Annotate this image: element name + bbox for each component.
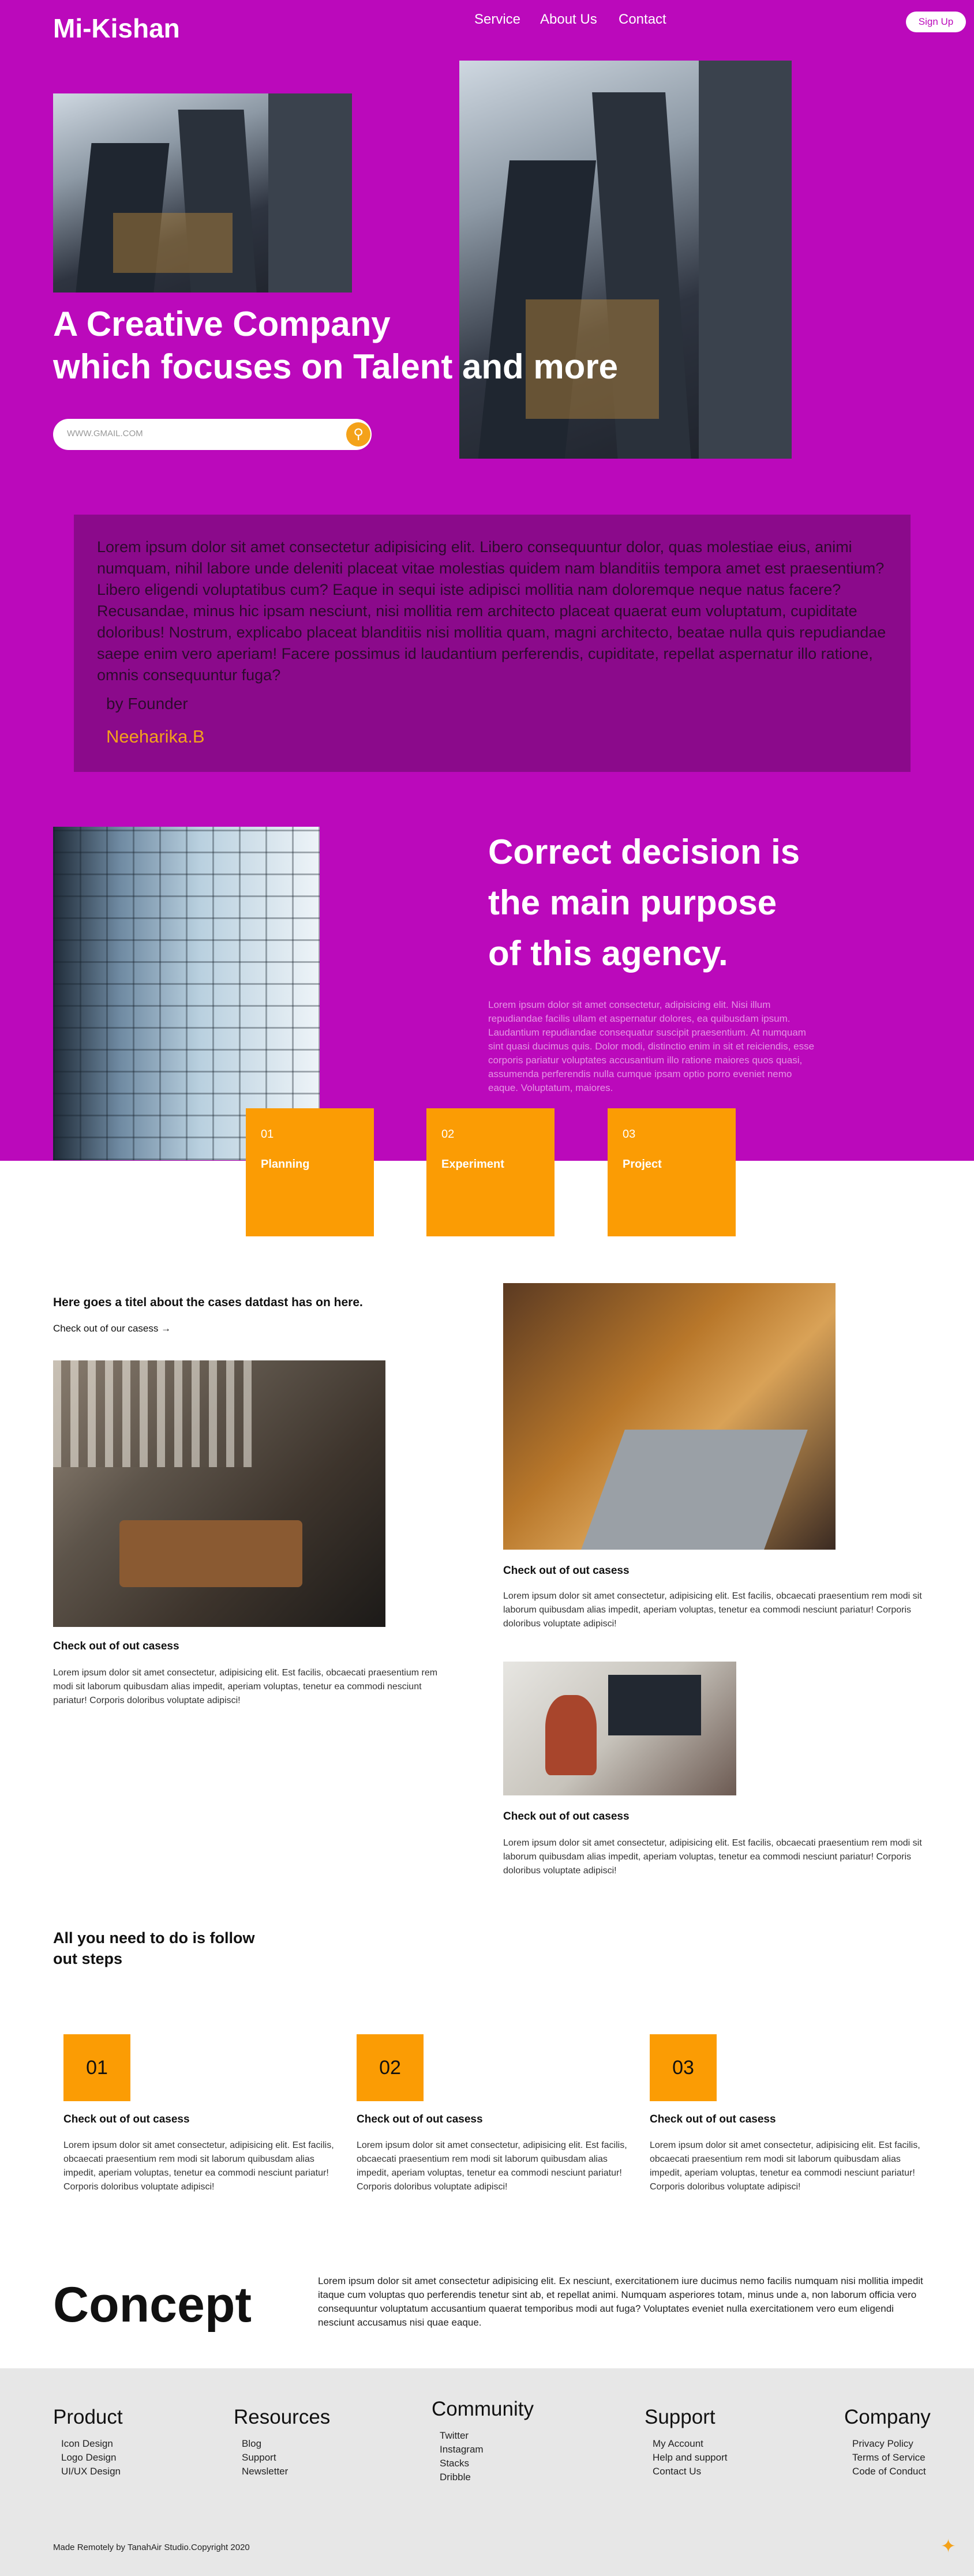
footer-link[interactable]: Stacks [440,2457,534,2470]
cases-link[interactable]: Check out of our casess → [53,1323,171,1334]
footer-col-support: Support My Account Help and support Cont… [645,2406,727,2478]
follow-heading-line-1: All you need to do is follow [53,1929,255,1947]
case-image-meeting [53,1360,385,1627]
testimonial-author: Neeharika.B [106,726,205,747]
footer-col-product: Product Icon Design Logo Design UI/UX De… [53,2406,123,2478]
agency-title: Correct decision is the main purpose of … [488,827,834,979]
nav-link-about[interactable]: About Us [540,12,597,28]
case-text: Lorem ipsum dolor sit amet consectetur, … [503,1591,922,1629]
copyright: Made Remotely by TanahAir Studio.Copyrig… [53,2543,250,2552]
process-title: Project [623,1158,662,1171]
footer-link[interactable]: Dribble [440,2470,534,2484]
footer-col-title: Resources [234,2406,331,2428]
testimonial-card: Lorem ipsum dolor sit amet consectetur a… [74,515,911,772]
hero-title-line-2: which focuses on Talent and more [53,347,619,386]
case-image-laptop [503,1283,836,1550]
follow-heading-line-2: out steps [53,1950,123,1967]
footer-link[interactable]: Icon Design [61,2437,123,2451]
process-number: 02 [441,1128,455,1141]
case-title[interactable]: Check out of out casess [53,1640,179,1653]
step-title: Check out of out casess [357,2113,483,2125]
follow-heading: All you need to do is follow out steps [53,1928,272,1969]
hero-title-line-1: A Creative Company [53,305,391,343]
footer-link[interactable]: Contact Us [653,2465,727,2478]
footer-link[interactable]: Terms of Service [852,2451,931,2465]
process-number: 03 [623,1128,636,1141]
hero-image-small [53,93,352,293]
nav-link-contact[interactable]: Contact [619,12,666,28]
step-number-box: 01 [63,2034,130,2101]
concept-title: Concept [53,2277,252,2333]
testimonial-text: Lorem ipsum dolor sit amet consectetur a… [97,538,886,684]
concept-text: Lorem ipsum dolor sit amet consectetur a… [318,2275,923,2328]
nav-link-service[interactable]: Service [474,12,520,28]
cases-link-label: Check out of our casess [53,1323,159,1334]
case-text: Lorem ipsum dolor sit amet consectetur, … [503,1838,922,1876]
hero-image-large [459,61,792,459]
agency-title-line-3: of this agency. [488,934,728,973]
footer-link[interactable]: Logo Design [61,2451,123,2465]
step-number-box: 03 [650,2034,717,2101]
process-number: 01 [261,1128,274,1141]
step-number-box: 02 [357,2034,424,2101]
step-title: Check out of out casess [650,2113,776,2125]
site-logo[interactable]: Mi-Kishan [53,13,180,44]
email-input[interactable]: WWW.GMAIL.COM [53,419,372,450]
footer-col-title: Support [645,2406,715,2428]
magic-wand-icon[interactable]: ✦ [941,2535,956,2557]
agency-title-line-2: the main purpose [488,883,777,922]
process-title: Experiment [441,1158,504,1171]
testimonial-by: by Founder [106,695,188,713]
step-text: Lorem ipsum dolor sit amet consectetur, … [63,2140,334,2192]
case-title[interactable]: Check out of out casess [503,1810,630,1823]
step-title: Check out of out casess [63,2113,190,2125]
footer-link[interactable]: Newsletter [242,2465,330,2478]
cases-heading: Here goes a titel about the cases datdas… [53,1296,363,1309]
footer-link[interactable]: Code of Conduct [852,2465,931,2478]
email-placeholder: WWW.GMAIL.COM [67,429,143,438]
arrow-right-icon: → [161,1323,171,1334]
step-text: Lorem ipsum dolor sit amet consectetur, … [357,2140,627,2192]
process-card-experiment[interactable]: 02 Experiment [426,1108,555,1236]
agency-title-line-1: Correct decision is [488,833,800,871]
footer-link[interactable]: My Account [653,2437,727,2451]
footer-link[interactable]: Privacy Policy [852,2437,931,2451]
footer-col-title: Product [53,2406,123,2428]
search-icon: ⚲ [353,426,364,442]
case-title[interactable]: Check out of out casess [503,1565,630,1577]
hero-title: A Creative Company which focuses on Tale… [53,303,688,388]
footer-link[interactable]: Blog [242,2437,330,2451]
process-card-planning[interactable]: 01 Planning [246,1108,374,1236]
footer-col-resources: Resources Blog Support Newsletter [234,2406,330,2478]
step-text: Lorem ipsum dolor sit amet consectetur, … [650,2140,920,2192]
footer-col-community: Community Twitter Instagram Stacks Dribb… [432,2398,534,2484]
footer-link[interactable]: Help and support [653,2451,727,2465]
footer-link[interactable]: Instagram [440,2443,534,2457]
process-card-project[interactable]: 03 Project [608,1108,736,1236]
agency-text: Lorem ipsum dolor sit amet consectetur, … [488,999,815,1093]
signup-button[interactable]: Sign Up [906,12,966,32]
footer-col-title: Company [844,2406,931,2428]
footer-link[interactable]: UI/UX Design [61,2465,123,2478]
footer-col-title: Community [432,2398,534,2420]
case-text: Lorem ipsum dolor sit amet consectetur, … [53,1668,438,1705]
email-submit-button[interactable]: ⚲ [346,422,370,447]
footer-col-company: Company Privacy Policy Terms of Service … [844,2406,931,2478]
footer-link[interactable]: Twitter [440,2429,534,2443]
process-title: Planning [261,1158,310,1171]
case-image-desk [503,1662,736,1795]
footer-link[interactable]: Support [242,2451,330,2465]
